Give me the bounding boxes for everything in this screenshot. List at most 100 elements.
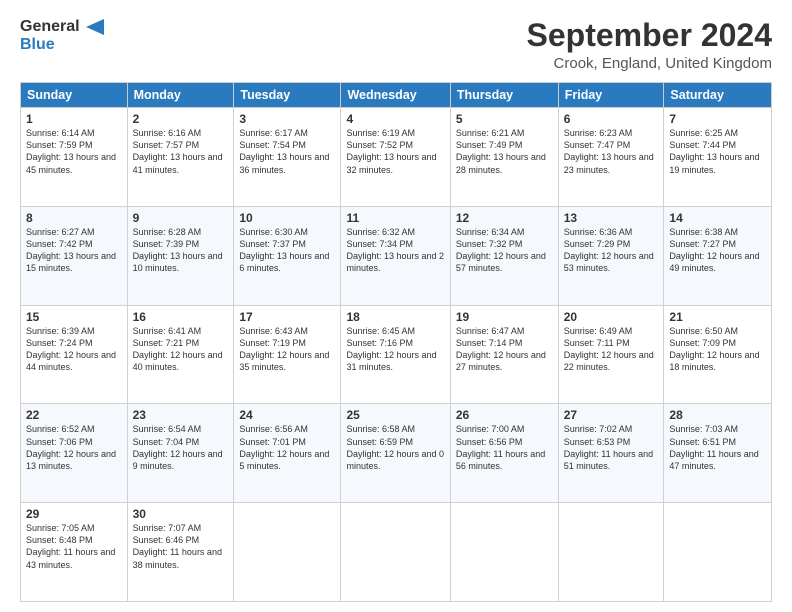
cell-info: Sunrise: 6:47 AM Sunset: 7:14 PM Dayligh… [456, 325, 553, 374]
table-row: 16 Sunrise: 6:41 AM Sunset: 7:21 PM Dayl… [127, 305, 234, 404]
table-row: 26 Sunrise: 7:00 AM Sunset: 6:56 PM Dayl… [450, 404, 558, 503]
sunset-text: Sunset: 7:16 PM [346, 337, 444, 349]
cell-info: Sunrise: 6:38 AM Sunset: 7:27 PM Dayligh… [669, 226, 766, 275]
sunrise-text: Sunrise: 6:49 AM [564, 325, 659, 337]
day-number: 24 [239, 408, 335, 422]
sunset-text: Sunset: 7:24 PM [26, 337, 122, 349]
table-row: 23 Sunrise: 6:54 AM Sunset: 7:04 PM Dayl… [127, 404, 234, 503]
daylight-text: Daylight: 11 hours and 47 minutes. [669, 448, 766, 472]
col-sunday: Sunday [21, 83, 128, 108]
sunrise-text: Sunrise: 6:25 AM [669, 127, 766, 139]
table-row: 4 Sunrise: 6:19 AM Sunset: 7:52 PM Dayli… [341, 108, 450, 207]
sunset-text: Sunset: 7:27 PM [669, 238, 766, 250]
table-row: 10 Sunrise: 6:30 AM Sunset: 7:37 PM Dayl… [234, 206, 341, 305]
col-tuesday: Tuesday [234, 83, 341, 108]
table-row: 11 Sunrise: 6:32 AM Sunset: 7:34 PM Dayl… [341, 206, 450, 305]
cell-info: Sunrise: 6:23 AM Sunset: 7:47 PM Dayligh… [564, 127, 659, 176]
day-number: 27 [564, 408, 659, 422]
cell-info: Sunrise: 6:43 AM Sunset: 7:19 PM Dayligh… [239, 325, 335, 374]
sunset-text: Sunset: 7:49 PM [456, 139, 553, 151]
logo-arrow-icon [86, 19, 104, 35]
table-row: 29 Sunrise: 7:05 AM Sunset: 6:48 PM Dayl… [21, 503, 128, 602]
cell-info: Sunrise: 7:02 AM Sunset: 6:53 PM Dayligh… [564, 423, 659, 472]
sunrise-text: Sunrise: 7:00 AM [456, 423, 553, 435]
day-number: 12 [456, 211, 553, 225]
sunrise-text: Sunrise: 6:38 AM [669, 226, 766, 238]
sunset-text: Sunset: 7:44 PM [669, 139, 766, 151]
day-number: 1 [26, 112, 122, 126]
calendar-table: Sunday Monday Tuesday Wednesday Thursday… [20, 82, 772, 602]
calendar-week-row: 15 Sunrise: 6:39 AM Sunset: 7:24 PM Dayl… [21, 305, 772, 404]
cell-info: Sunrise: 6:32 AM Sunset: 7:34 PM Dayligh… [346, 226, 444, 275]
table-row [450, 503, 558, 602]
day-number: 6 [564, 112, 659, 126]
sunset-text: Sunset: 6:51 PM [669, 436, 766, 448]
table-row: 20 Sunrise: 6:49 AM Sunset: 7:11 PM Dayl… [558, 305, 664, 404]
table-row: 7 Sunrise: 6:25 AM Sunset: 7:44 PM Dayli… [664, 108, 772, 207]
daylight-text: Daylight: 12 hours and 9 minutes. [133, 448, 229, 472]
daylight-text: Daylight: 11 hours and 51 minutes. [564, 448, 659, 472]
sunrise-text: Sunrise: 6:14 AM [26, 127, 122, 139]
col-thursday: Thursday [450, 83, 558, 108]
daylight-text: Daylight: 13 hours and 23 minutes. [564, 151, 659, 175]
calendar-week-row: 22 Sunrise: 6:52 AM Sunset: 7:06 PM Dayl… [21, 404, 772, 503]
table-row: 5 Sunrise: 6:21 AM Sunset: 7:49 PM Dayli… [450, 108, 558, 207]
daylight-text: Daylight: 11 hours and 56 minutes. [456, 448, 553, 472]
sunrise-text: Sunrise: 6:56 AM [239, 423, 335, 435]
table-row: 27 Sunrise: 7:02 AM Sunset: 6:53 PM Dayl… [558, 404, 664, 503]
table-row: 12 Sunrise: 6:34 AM Sunset: 7:32 PM Dayl… [450, 206, 558, 305]
sunrise-text: Sunrise: 6:39 AM [26, 325, 122, 337]
sunrise-text: Sunrise: 6:43 AM [239, 325, 335, 337]
daylight-text: Daylight: 12 hours and 57 minutes. [456, 250, 553, 274]
daylight-text: Daylight: 12 hours and 0 minutes. [346, 448, 444, 472]
sunset-text: Sunset: 7:54 PM [239, 139, 335, 151]
day-number: 15 [26, 310, 122, 324]
sunset-text: Sunset: 6:46 PM [133, 534, 229, 546]
sunrise-text: Sunrise: 6:34 AM [456, 226, 553, 238]
cell-info: Sunrise: 6:28 AM Sunset: 7:39 PM Dayligh… [133, 226, 229, 275]
cell-info: Sunrise: 6:56 AM Sunset: 7:01 PM Dayligh… [239, 423, 335, 472]
day-number: 26 [456, 408, 553, 422]
daylight-text: Daylight: 12 hours and 13 minutes. [26, 448, 122, 472]
day-number: 7 [669, 112, 766, 126]
sunset-text: Sunset: 6:59 PM [346, 436, 444, 448]
sunset-text: Sunset: 7:52 PM [346, 139, 444, 151]
daylight-text: Daylight: 11 hours and 43 minutes. [26, 546, 122, 570]
day-number: 29 [26, 507, 122, 521]
day-number: 22 [26, 408, 122, 422]
cell-info: Sunrise: 6:14 AM Sunset: 7:59 PM Dayligh… [26, 127, 122, 176]
calendar-week-row: 29 Sunrise: 7:05 AM Sunset: 6:48 PM Dayl… [21, 503, 772, 602]
daylight-text: Daylight: 13 hours and 32 minutes. [346, 151, 444, 175]
page: General Blue September 2024 Crook, Engla… [0, 0, 792, 612]
day-number: 2 [133, 112, 229, 126]
sunrise-text: Sunrise: 7:02 AM [564, 423, 659, 435]
daylight-text: Daylight: 13 hours and 41 minutes. [133, 151, 229, 175]
day-number: 11 [346, 211, 444, 225]
day-number: 14 [669, 211, 766, 225]
sunrise-text: Sunrise: 6:41 AM [133, 325, 229, 337]
table-row: 28 Sunrise: 7:03 AM Sunset: 6:51 PM Dayl… [664, 404, 772, 503]
sunset-text: Sunset: 7:01 PM [239, 436, 335, 448]
day-number: 20 [564, 310, 659, 324]
col-friday: Friday [558, 83, 664, 108]
cell-info: Sunrise: 6:41 AM Sunset: 7:21 PM Dayligh… [133, 325, 229, 374]
sunset-text: Sunset: 7:57 PM [133, 139, 229, 151]
sunrise-text: Sunrise: 6:54 AM [133, 423, 229, 435]
cell-info: Sunrise: 6:25 AM Sunset: 7:44 PM Dayligh… [669, 127, 766, 176]
logo-general: General [20, 18, 104, 36]
day-number: 9 [133, 211, 229, 225]
sunrise-text: Sunrise: 6:27 AM [26, 226, 122, 238]
table-row [558, 503, 664, 602]
col-wednesday: Wednesday [341, 83, 450, 108]
sunrise-text: Sunrise: 6:16 AM [133, 127, 229, 139]
daylight-text: Daylight: 12 hours and 18 minutes. [669, 349, 766, 373]
day-number: 21 [669, 310, 766, 324]
day-number: 30 [133, 507, 229, 521]
sunrise-text: Sunrise: 6:17 AM [239, 127, 335, 139]
sunrise-text: Sunrise: 6:45 AM [346, 325, 444, 337]
table-row: 25 Sunrise: 6:58 AM Sunset: 6:59 PM Dayl… [341, 404, 450, 503]
subtitle: Crook, England, United Kingdom [527, 55, 772, 72]
sunset-text: Sunset: 7:29 PM [564, 238, 659, 250]
sunset-text: Sunset: 7:11 PM [564, 337, 659, 349]
sunrise-text: Sunrise: 6:21 AM [456, 127, 553, 139]
